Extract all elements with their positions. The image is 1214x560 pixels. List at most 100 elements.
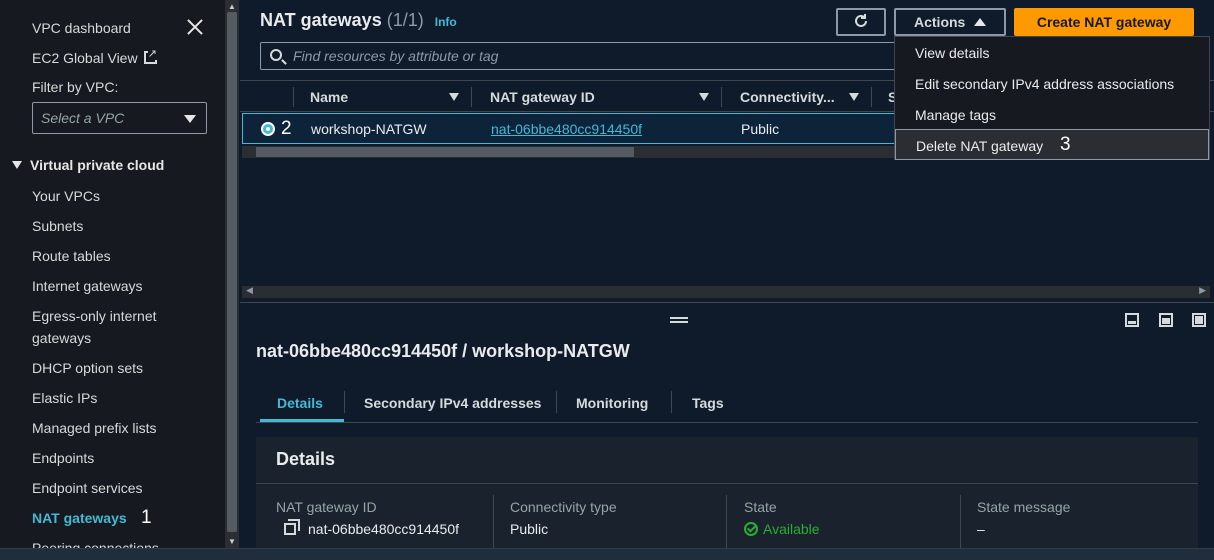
- details-card: Details NAT gateway ID nat-06bbe480cc914…: [256, 437, 1198, 549]
- scroll-up-icon[interactable]: ▲: [228, 2, 236, 11]
- details-title: nat-06bbe480cc914450f / workshop-NATGW: [256, 341, 630, 361]
- details-tabs: Details Secondary IPv4 addresses Monitor…: [256, 381, 1198, 423]
- nav-route-tables[interactable]: Route tables: [32, 248, 111, 264]
- panel-bottom-icon[interactable]: [1125, 313, 1139, 327]
- actions-button-label: Actions: [914, 14, 966, 30]
- nav-endpoint-services[interactable]: Endpoint services: [32, 480, 143, 496]
- tab-secondary-ipv4[interactable]: Secondary IPv4 addresses: [364, 395, 541, 411]
- caret-down-icon: [184, 115, 196, 123]
- drag-handle-icon[interactable]: [670, 317, 688, 323]
- create-nat-gateway-button[interactable]: Create NAT gateway: [1014, 8, 1194, 36]
- refresh-icon: [855, 13, 867, 27]
- search-icon: [270, 49, 282, 61]
- nav-ec2-global-view-label: EC2 Global View: [32, 50, 138, 66]
- step-marker-3: 3: [1060, 134, 1071, 155]
- column-divider: [293, 87, 294, 107]
- nav-peering-connections[interactable]: Peering connections: [32, 540, 159, 548]
- scroll-right-icon[interactable]: ▶: [1199, 285, 1206, 296]
- column-header-id[interactable]: NAT gateway ID: [490, 89, 595, 105]
- nav-egress-only-1[interactable]: Egress-only internet: [32, 308, 157, 324]
- column-header-connectivity[interactable]: Connectivity...: [740, 89, 835, 105]
- main-content: NAT gateways (1/1) Info Actions Create N…: [240, 0, 1214, 549]
- info-link[interactable]: Info: [435, 15, 457, 29]
- tab-details[interactable]: Details: [277, 395, 323, 411]
- taskbar: [0, 548, 1214, 560]
- external-link-icon: [143, 47, 157, 64]
- nav-your-vpcs[interactable]: Your VPCs: [32, 188, 100, 204]
- divider: [256, 483, 1198, 484]
- nav-nat-gateways[interactable]: NAT gateways: [32, 510, 127, 526]
- tab-divider: [671, 391, 672, 413]
- nav-endpoints[interactable]: Endpoints: [32, 450, 94, 466]
- scroll-left-icon[interactable]: ◀: [246, 285, 253, 296]
- row-select-radio[interactable]: [261, 122, 275, 136]
- column-divider: [871, 87, 872, 107]
- actions-dropdown-menu: View details Edit secondary IPv4 address…: [894, 36, 1210, 160]
- details-split-panel: nat-06bbe480cc914450f / workshop-NATGW D…: [240, 302, 1214, 549]
- field-value-connectivity: Public: [510, 521, 549, 537]
- tab-divider: [556, 391, 557, 413]
- filter-label: Filter by VPC:: [32, 79, 119, 95]
- nav-elastic-ips[interactable]: Elastic IPs: [32, 390, 97, 406]
- field-label-connectivity: Connectivity type: [510, 499, 617, 515]
- nav-vpc-dashboard[interactable]: VPC dashboard: [32, 20, 131, 36]
- actions-button[interactable]: Actions: [894, 8, 1006, 36]
- column-header-name[interactable]: Name: [310, 89, 348, 105]
- search-placeholder: Find resources by attribute or tag: [293, 48, 499, 64]
- sort-icon[interactable]: [699, 93, 709, 101]
- section-virtual-private-cloud[interactable]: Virtual private cloud: [12, 157, 164, 173]
- sort-icon[interactable]: [449, 93, 459, 101]
- sidebar-scrollbar[interactable]: ▲ ▼: [225, 0, 239, 548]
- close-icon[interactable]: [186, 18, 204, 36]
- scrollbar-thumb[interactable]: [256, 147, 634, 157]
- field-label-state: State: [744, 499, 777, 515]
- status-success-icon: [744, 522, 758, 536]
- column-divider: [471, 87, 472, 107]
- cell-nat-gateway-id-link[interactable]: nat-06bbe480cc914450f: [491, 121, 642, 137]
- nat-gateways-table-panel: NAT gateways (1/1) Info Actions Create N…: [240, 0, 1214, 300]
- section-label: Virtual private cloud: [30, 157, 165, 173]
- page-title: NAT gateways (1/1) Info: [260, 10, 457, 31]
- step-marker-1: 1: [141, 507, 152, 528]
- nav-dhcp-option-sets[interactable]: DHCP option sets: [32, 360, 143, 376]
- vpc-select-placeholder: Select a VPC: [41, 110, 125, 126]
- side-navigation: VPC dashboard EC2 Global View Filter by …: [0, 0, 225, 548]
- details-card-title: Details: [276, 449, 336, 469]
- sort-icon[interactable]: [849, 93, 859, 101]
- menu-item-view-details[interactable]: View details: [895, 37, 1209, 68]
- panel-side-icon[interactable]: [1159, 313, 1173, 327]
- nav-managed-prefix-lists[interactable]: Managed prefix lists: [32, 420, 157, 436]
- nav-subnets[interactable]: Subnets: [32, 218, 83, 234]
- copy-icon[interactable]: [284, 519, 300, 535]
- column-divider: [493, 495, 494, 549]
- field-value-nat-gateway-id: nat-06bbe480cc914450f: [308, 521, 460, 537]
- nav-ec2-global-view[interactable]: EC2 Global View: [32, 47, 157, 66]
- field-value-state-message: –: [977, 521, 985, 537]
- menu-item-edit-secondary-ipv4[interactable]: Edit secondary IPv4 address associations: [895, 68, 1209, 99]
- field-label-nat-gateway-id: NAT gateway ID: [276, 499, 377, 515]
- scroll-down-icon[interactable]: ▼: [228, 537, 236, 546]
- field-value-state: Available: [744, 521, 820, 537]
- tab-divider: [344, 391, 345, 413]
- caret-down-icon: [12, 161, 22, 169]
- tab-monitoring[interactable]: Monitoring: [576, 395, 648, 411]
- scrollbar-thumb[interactable]: [227, 12, 237, 532]
- step-marker-2: 2: [281, 118, 292, 139]
- column-divider: [726, 495, 727, 549]
- column-divider: [721, 87, 722, 107]
- panel-maximize-icon[interactable]: [1192, 313, 1206, 327]
- caret-up-icon: [974, 18, 986, 26]
- tab-tags[interactable]: Tags: [692, 395, 724, 411]
- active-tab-indicator: [260, 419, 344, 422]
- vpc-filter-select[interactable]: Select a VPC: [32, 102, 207, 134]
- cell-connectivity: Public: [741, 121, 780, 137]
- nav-internet-gateways[interactable]: Internet gateways: [32, 278, 143, 294]
- cell-name: workshop-NATGW: [311, 121, 427, 137]
- state-text: Available: [763, 521, 820, 537]
- search-input[interactable]: Find resources by attribute or tag: [260, 42, 900, 70]
- nav-egress-only-2[interactable]: gateways: [32, 330, 91, 346]
- menu-item-delete-nat-gateway[interactable]: Delete NAT gateway 3: [895, 129, 1209, 160]
- panel-horizontal-scrollbar[interactable]: ◀ ▶: [242, 285, 1210, 298]
- menu-item-manage-tags[interactable]: Manage tags: [895, 99, 1209, 130]
- refresh-button[interactable]: [836, 8, 886, 36]
